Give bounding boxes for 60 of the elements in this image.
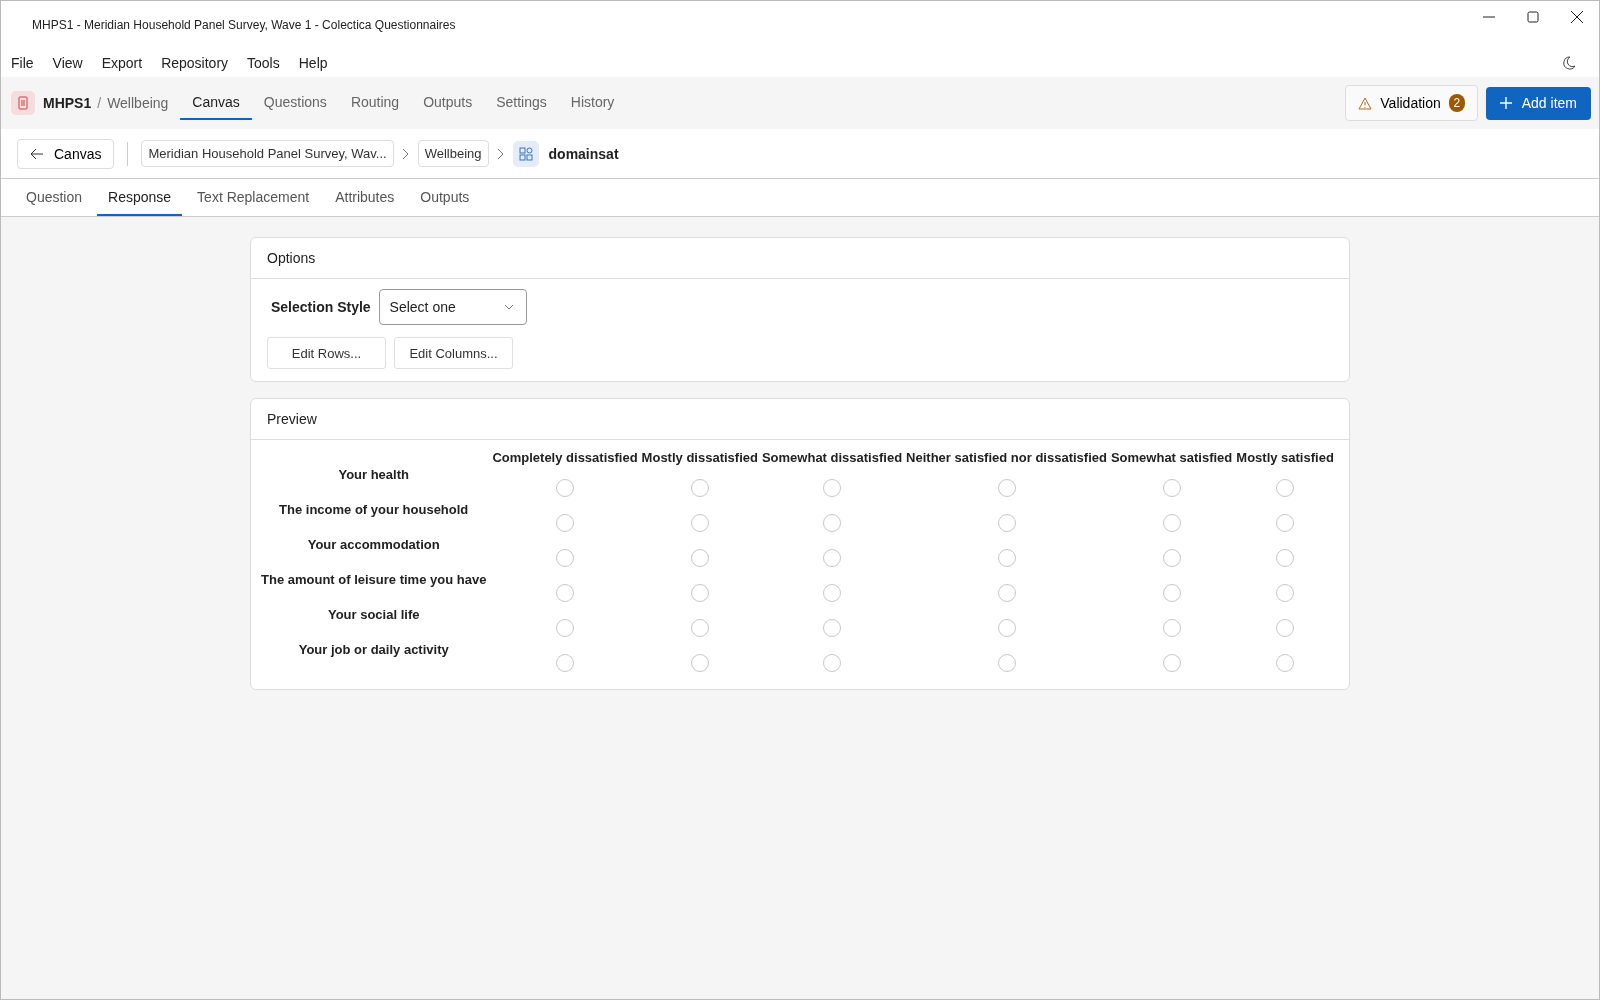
menu-item[interactable]: Tools — [247, 54, 280, 71]
project-name: MHPS1 — [43, 95, 92, 111]
edit-button[interactable]: Edit Rows... — [267, 337, 386, 369]
column-header: Somewhat satisfied — [1110, 450, 1233, 465]
column-header: Somewhat dissatisfied — [761, 450, 903, 465]
validation-label: Validation — [1380, 95, 1441, 111]
chevron-right-icon — [401, 147, 410, 160]
grid-icon — [512, 140, 539, 167]
column-header: Mostly satisfied — [1236, 450, 1334, 465]
add-item-label: Add item — [1521, 95, 1577, 111]
add-item-button[interactable]: Add item — [1485, 86, 1591, 120]
column-header: Mostly dissatisfied — [641, 450, 758, 465]
arrow-left-icon — [30, 147, 44, 160]
card-title: Preview — [267, 411, 317, 427]
column-header: Neither satisfied nor dissatisfied — [906, 450, 1107, 465]
back-button[interactable]: Canvas — [17, 138, 115, 169]
tab[interactable]: Outputs — [409, 179, 481, 216]
menu-item[interactable]: Export — [101, 54, 143, 71]
nav-tab[interactable]: History — [558, 86, 627, 120]
row-label: The amount of leisure time you have — [261, 572, 487, 587]
chevron-right-icon — [496, 147, 505, 160]
nav-tab[interactable]: Questions — [251, 86, 339, 120]
chevron-down-icon — [503, 304, 514, 310]
count-badge: 2 — [1448, 94, 1465, 112]
moon-icon[interactable] — [1561, 54, 1577, 71]
clipboard-icon — [11, 91, 35, 115]
tab[interactable]: Attributes — [324, 179, 406, 216]
menu-item[interactable]: File — [11, 54, 34, 71]
field-label: Selection Style — [270, 299, 371, 315]
card-title: Options — [267, 250, 316, 266]
row-label: Your health — [338, 467, 409, 482]
tab[interactable]: Question — [15, 179, 94, 216]
section-name: Wellbeing — [107, 95, 169, 111]
edit-button[interactable]: Edit Columns... — [394, 337, 513, 369]
path-separator: / — [97, 95, 102, 111]
back-label: Canvas — [54, 145, 102, 162]
row-label: Your job or daily activity — [298, 642, 449, 657]
nav-tab[interactable]: Routing — [338, 86, 412, 120]
warning-icon — [1358, 96, 1373, 110]
breadcrumb-item[interactable]: Meridian Household Panel Survey, Wav... — [141, 140, 394, 167]
current-item: domainsat — [548, 145, 619, 162]
row-label: The income of your household — [279, 502, 469, 517]
menu-item[interactable]: Help — [298, 54, 328, 71]
validation-button[interactable]: Validation 2 — [1345, 85, 1478, 121]
row-label: Your social life — [327, 607, 420, 622]
row-label: Your accommodation — [307, 537, 440, 552]
column-header: Completely dissatisfied — [492, 450, 638, 465]
tab[interactable]: Response — [97, 179, 183, 216]
menu-item[interactable]: Repository — [161, 54, 229, 71]
nav-tab[interactable]: Canvas — [180, 86, 252, 120]
window-title: MHPS1 - Meridian Household Panel Survey, Wave 1 - Colectica Questionnaires — [32, 17, 457, 32]
breadcrumb-item[interactable]: Wellbeing — [417, 140, 489, 167]
nav-tab[interactable]: Settings — [484, 86, 559, 120]
selection-style-dropdown[interactable]: Select one — [378, 289, 527, 325]
nav-tab[interactable]: Outputs — [411, 86, 485, 120]
menu-item[interactable]: View — [52, 54, 83, 71]
plus-icon — [1499, 97, 1512, 109]
maximize-icon[interactable] — [1526, 10, 1540, 24]
tab[interactable]: Text Replacement — [186, 179, 321, 216]
close-icon[interactable] — [1570, 10, 1584, 24]
